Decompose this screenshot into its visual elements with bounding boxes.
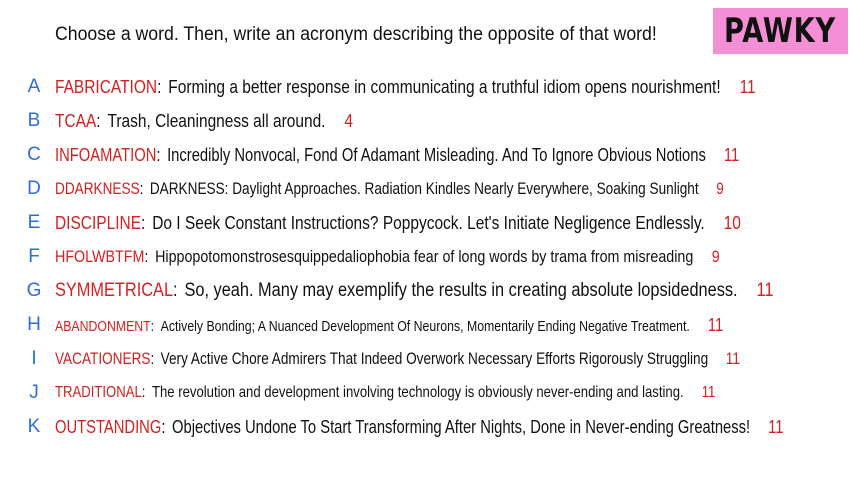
list-item: A FABRICATION: Forming a better response … [0,70,853,104]
brand-logo: PAWKY [713,8,848,54]
row-count: 11 [707,314,724,335]
brand-name: PAWKY [724,11,837,51]
row-word: ABANDONMENT [55,317,151,335]
row-colon: : [161,416,166,437]
row-colon: : [173,280,178,301]
row-acronym: Hippopotomonstrosesquippedaliophobia fea… [155,247,694,266]
row-letter: D [27,178,41,199]
row-count: 11 [768,416,784,437]
row-letter: K [27,416,41,437]
row-word: VACATIONERS [55,349,151,368]
row-letter: F [28,246,40,267]
row-acronym: Actively Bonding; A Nuanced Development … [160,317,690,335]
list-item: E DISCIPLINE: Do I Seek Constant Instruct… [0,206,853,240]
row-colon: : [157,76,162,97]
row-acronym: Forming a better response in communicati… [168,76,721,97]
row-word: TCAA [55,110,97,131]
row-acronym: So, yeah. Many may exemplify the results… [184,280,738,301]
row-acronym: Do I Seek Constant Instructions? Poppyco… [152,212,705,233]
row-acronym: The revolution and development involving… [151,384,684,401]
row-acronym: Objectives Undone To Start Transforming … [172,416,751,437]
row-colon: : [150,317,155,335]
row-colon: : [96,110,101,131]
list-item: F HFOLWBTFM: Hippopotomonstrosesquippedal… [0,240,853,274]
list-item: K OUTSTANDING: Objectives Undone To Start… [0,410,853,444]
row-count: 11 [723,144,740,165]
row-count: 11 [701,384,716,401]
row-colon: : [141,384,146,401]
row-acronym: Very Active Chore Admirers That Indeed O… [160,349,709,368]
row-acronym: DARKNESS: Daylight Approaches. Radiation… [149,179,699,198]
row-word: DISCIPLINE [55,212,142,233]
row-word: INFOAMATION [55,144,157,165]
row-colon: : [144,247,149,266]
row-word: HFOLWBTFM [55,247,145,266]
row-letter: J [29,382,39,403]
row-letter: H [27,314,41,335]
list-item: I VACATIONERS: Very Active Chore Admirers… [0,342,853,376]
row-colon: : [139,179,144,198]
row-count: 9 [711,247,720,266]
row-word: TRADITIONAL [55,384,142,401]
row-count: 11 [756,280,774,301]
row-count: 11 [725,349,740,368]
row-colon: : [150,349,155,368]
row-colon: : [156,144,161,165]
list-item: J TRADITIONAL: The revolution and develop… [0,376,853,410]
row-count: 11 [739,76,756,97]
row-count: 10 [723,212,741,233]
row-word: OUTSTANDING [55,416,162,437]
row-count: 4 [344,110,354,131]
row-word: FABRICATION [55,76,158,97]
list-item: G SYMMETRICAL: So, yeah. Many may exempli… [0,274,853,308]
row-letter: G [26,280,42,301]
list-item: B TCAA: Trash, Cleaningness all around. 4 [0,104,853,138]
list-item: H ABANDONMENT: Actively Bonding; A Nuance… [0,308,853,342]
list-item: D DDARKNESS: DARKNESS: Daylight Approache… [0,172,853,206]
row-acronym: Incredibly Nonvocal, Fond Of Adamant Mis… [167,144,706,165]
row-word: SYMMETRICAL [55,280,174,301]
prompt-text: Choose a word. Then, write an acronym de… [55,24,657,45]
row-word: DDARKNESS [55,179,140,198]
row-acronym: Trash, Cleaningness all around. [107,110,326,131]
row-letter: A [27,76,41,97]
row-letter: I [31,348,37,369]
row-colon: : [141,212,146,233]
list-item: C INFOAMATION: Incredibly Nonvocal, Fond … [0,138,853,172]
row-count: 9 [716,179,724,198]
row-letter: E [27,212,41,233]
row-letter: B [27,110,41,131]
row-letter: C [27,144,41,165]
